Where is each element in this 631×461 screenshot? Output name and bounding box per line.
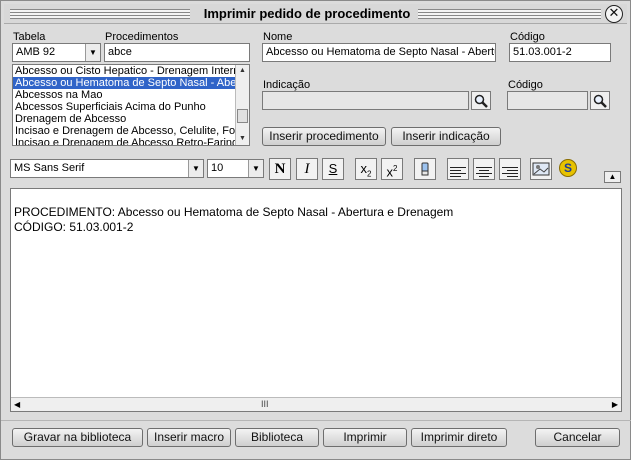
- font-name-select[interactable]: MS Sans Serif ▼: [10, 159, 204, 178]
- magnifier-icon-codigo[interactable]: [590, 91, 610, 110]
- cancelar-button[interactable]: Cancelar: [535, 428, 620, 447]
- font-size-value: 10: [211, 162, 224, 174]
- list-items: Abcesso ou Cisto Hepatico - Drenagem Int…: [13, 65, 249, 145]
- nome-field[interactable]: Abcesso ou Hematoma de Septo Nasal - Abe…: [262, 43, 496, 62]
- chevron-down-icon[interactable]: ▼: [248, 160, 263, 177]
- magnifier-icon[interactable]: [471, 91, 491, 110]
- indicacao-field[interactable]: [262, 91, 469, 110]
- subscript-button[interactable]: x2: [355, 158, 377, 180]
- scroll-right-icon[interactable]: ▶: [612, 398, 618, 411]
- list-item[interactable]: Abcessos na Mao: [13, 89, 249, 101]
- superscript-button[interactable]: x2: [381, 158, 403, 180]
- tabela-select[interactable]: AMB 92 ▼: [12, 43, 101, 62]
- biblioteca-button[interactable]: Biblioteca: [235, 428, 319, 447]
- dialog-title: Imprimir pedido de procedimento: [197, 6, 417, 21]
- align-left-button[interactable]: [447, 158, 469, 180]
- codigo-field[interactable]: 51.03.001-2: [509, 43, 611, 62]
- superscript-mark: 2: [393, 164, 398, 173]
- tabela-label: Tabela: [13, 31, 46, 43]
- align-right-icon: [502, 165, 518, 179]
- codigo2-label: Código: [508, 79, 543, 91]
- align-center-icon: [476, 165, 492, 179]
- subscript-mark: 2: [367, 169, 372, 179]
- scroll-thumb[interactable]: [237, 109, 248, 123]
- codigo-label: Código: [510, 31, 545, 43]
- chevron-down-icon[interactable]: ▼: [85, 44, 100, 61]
- inserir-indicacao-button[interactable]: Inserir indicação: [391, 127, 501, 146]
- spellcheck-icon[interactable]: S: [559, 159, 577, 177]
- tabela-value: AMB 92: [16, 46, 56, 58]
- close-icon[interactable]: ✕: [605, 5, 623, 23]
- procedimentos-search-input[interactable]: abce: [104, 43, 250, 62]
- nome-label: Nome: [263, 31, 293, 43]
- title-bar: Imprimir pedido de procedimento ✕: [4, 4, 627, 24]
- spellcheck-letter: S: [563, 161, 572, 175]
- list-item[interactable]: Incisao e Drenagem de Abcesso, Celulite,…: [13, 125, 249, 137]
- editor-horizontal-scrollbar[interactable]: ◀ III ▶: [11, 397, 621, 411]
- italic-button[interactable]: I: [296, 158, 318, 180]
- list-item[interactable]: Abcesso ou Cisto Hepatico - Drenagem Int…: [13, 65, 249, 77]
- list-item[interactable]: Incisao e Drenagem de Abcesso Retro-Fari…: [13, 137, 249, 145]
- gravar-biblioteca-button[interactable]: Gravar na biblioteca: [12, 428, 143, 447]
- imprimir-direto-button[interactable]: Imprimir direto: [411, 428, 507, 447]
- align-left-icon: [450, 165, 466, 179]
- list-item[interactable]: Abcesso ou Hematoma de Septo Nasal - Abe…: [13, 77, 249, 89]
- editor-line-codigo: CÓDIGO: 51.03.001-2: [14, 220, 134, 234]
- dialog-window: Imprimir pedido de procedimento ✕ Tabela…: [0, 0, 631, 460]
- list-vertical-scrollbar[interactable]: ▲ ▼: [235, 65, 249, 145]
- align-right-button[interactable]: [499, 158, 521, 180]
- inserir-macro-button[interactable]: Inserir macro: [147, 428, 231, 447]
- codigo2-field[interactable]: [507, 91, 588, 110]
- editor-line-procedimento: PROCEDIMENTO: Abcesso ou Hematoma de Sep…: [14, 205, 454, 219]
- underline-button[interactable]: S: [322, 158, 344, 180]
- scroll-left-icon[interactable]: ◀: [14, 398, 20, 411]
- collapse-up-icon[interactable]: ▲: [604, 171, 621, 183]
- font-size-select[interactable]: 10 ▼: [207, 159, 264, 178]
- scroll-up-icon[interactable]: ▲: [236, 65, 249, 77]
- insert-image-icon[interactable]: [530, 158, 552, 180]
- title-stripes-left: [10, 9, 190, 19]
- eraser-icon[interactable]: [414, 158, 436, 180]
- bold-button[interactable]: N: [269, 158, 291, 180]
- title-stripes-right: [418, 9, 601, 19]
- chevron-down-icon[interactable]: ▼: [188, 160, 203, 177]
- bottom-button-bar: Gravar na biblioteca Inserir macro Bibli…: [1, 420, 631, 461]
- font-name-value: MS Sans Serif: [14, 162, 85, 174]
- list-item[interactable]: Drenagem de Abcesso: [13, 113, 249, 125]
- document-editor[interactable]: PROCEDIMENTO: Abcesso ou Hematoma de Sep…: [10, 188, 622, 412]
- procedimentos-label: Procedimentos: [105, 31, 179, 43]
- list-item[interactable]: Abcessos Superficiais Acima do Punho: [13, 101, 249, 113]
- scroll-grip[interactable]: III: [261, 398, 269, 411]
- procedimentos-list[interactable]: Abcesso ou Cisto Hepatico - Drenagem Int…: [12, 64, 250, 146]
- indicacao-label: Indicação: [263, 79, 311, 91]
- align-center-button[interactable]: [473, 158, 495, 180]
- imprimir-button[interactable]: Imprimir: [323, 428, 407, 447]
- scroll-down-icon[interactable]: ▼: [236, 133, 249, 145]
- inserir-procedimento-button[interactable]: Inserir procedimento: [262, 127, 386, 146]
